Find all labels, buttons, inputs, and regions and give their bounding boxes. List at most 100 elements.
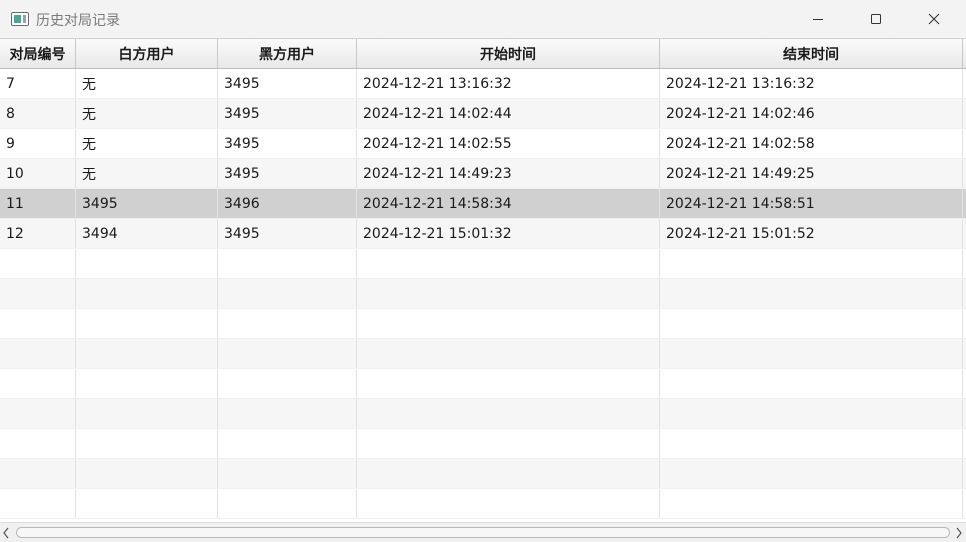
cell-empty — [218, 399, 357, 428]
cell-empty — [0, 429, 76, 458]
minimize-button[interactable] — [789, 0, 847, 38]
cell-empty — [76, 369, 218, 398]
table-row-empty — [0, 429, 966, 459]
cell-empty — [357, 459, 660, 488]
cell-empty — [76, 459, 218, 488]
column-header-end-time[interactable]: 结束时间 — [660, 39, 963, 68]
cell-empty — [0, 369, 76, 398]
table-row-empty — [0, 309, 966, 339]
cell-empty — [76, 399, 218, 428]
cell-end-time: 2024-12-21 14:58:51 — [660, 189, 963, 218]
table-row[interactable]: 12 3494 3495 2024-12-21 15:01:32 2024-12… — [0, 219, 966, 249]
table-row-empty — [0, 249, 966, 279]
cell-empty — [357, 369, 660, 398]
cell-game-id: 7 — [0, 69, 76, 98]
cell-empty — [660, 249, 963, 278]
cell-game-id: 8 — [0, 99, 76, 128]
close-icon — [928, 13, 940, 25]
cell-start-time: 2024-12-21 14:58:34 — [357, 189, 660, 218]
cell-black-user: 3496 — [218, 189, 357, 218]
app-window-icon — [11, 12, 29, 26]
column-header-start-time[interactable]: 开始时间 — [357, 39, 660, 68]
table-row-empty — [0, 459, 966, 489]
history-table[interactable]: 对局编号 白方用户 黑方用户 开始时间 结束时间 7 无 3495 2024-1… — [0, 38, 966, 522]
cell-white-user: 无 — [76, 129, 218, 158]
cell-black-user: 3495 — [218, 99, 357, 128]
cell-empty — [660, 369, 963, 398]
cell-end-time: 2024-12-21 13:16:32 — [660, 69, 963, 98]
cell-empty — [218, 459, 357, 488]
cell-black-user: 3495 — [218, 159, 357, 188]
cell-empty — [218, 309, 357, 338]
cell-white-user: 无 — [76, 99, 218, 128]
cell-empty — [0, 309, 76, 338]
cell-empty — [660, 429, 963, 458]
cell-start-time: 2024-12-21 14:02:44 — [357, 99, 660, 128]
table-row-empty — [0, 339, 966, 369]
table-row[interactable]: 7 无 3495 2024-12-21 13:16:32 2024-12-21 … — [0, 69, 966, 99]
table-row-empty — [0, 369, 966, 399]
cell-end-time: 2024-12-21 14:49:25 — [660, 159, 963, 188]
cell-empty — [218, 249, 357, 278]
cell-empty — [218, 279, 357, 308]
cell-end-time: 2024-12-21 14:02:46 — [660, 99, 963, 128]
maximize-button[interactable] — [847, 0, 905, 38]
table-row[interactable]: 10 无 3495 2024-12-21 14:49:23 2024-12-21… — [0, 159, 966, 189]
cell-game-id: 12 — [0, 219, 76, 248]
cell-start-time: 2024-12-21 14:49:23 — [357, 159, 660, 188]
cell-empty — [357, 249, 660, 278]
cell-empty — [660, 489, 963, 518]
cell-end-time: 2024-12-21 14:02:58 — [660, 129, 963, 158]
cell-game-id: 9 — [0, 129, 76, 158]
cell-empty — [0, 399, 76, 428]
column-header-black-user[interactable]: 黑方用户 — [218, 39, 357, 68]
cell-empty — [0, 339, 76, 368]
title-bar[interactable]: 历史对局记录 — [0, 0, 966, 38]
cell-empty — [76, 279, 218, 308]
cell-empty — [218, 429, 357, 458]
cell-empty — [218, 339, 357, 368]
cell-end-time: 2024-12-21 15:01:52 — [660, 219, 963, 248]
table-empty-rows — [0, 249, 966, 519]
cell-black-user: 3495 — [218, 69, 357, 98]
table-row-selected[interactable]: 11 3495 3496 2024-12-21 14:58:34 2024-12… — [0, 189, 966, 219]
scroll-right-arrow-icon[interactable] — [955, 527, 963, 539]
cell-empty — [660, 459, 963, 488]
cell-empty — [660, 339, 963, 368]
table-row-empty — [0, 279, 966, 309]
column-header-white-user[interactable]: 白方用户 — [76, 39, 218, 68]
table-row-empty — [0, 399, 966, 429]
cell-empty — [357, 399, 660, 428]
column-header-game-id[interactable]: 对局编号 — [0, 39, 76, 68]
scroll-left-arrow-icon[interactable] — [2, 527, 10, 539]
horizontal-scrollbar[interactable] — [0, 522, 966, 542]
table-row-empty — [0, 489, 966, 519]
cell-empty — [357, 309, 660, 338]
cell-start-time: 2024-12-21 13:16:32 — [357, 69, 660, 98]
cell-white-user: 3495 — [76, 189, 218, 218]
cell-empty — [357, 279, 660, 308]
cell-white-user: 3494 — [76, 219, 218, 248]
table-row[interactable]: 9 无 3495 2024-12-21 14:02:55 2024-12-21 … — [0, 129, 966, 159]
cell-game-id: 11 — [0, 189, 76, 218]
cell-empty — [660, 399, 963, 428]
cell-empty — [660, 309, 963, 338]
scrollbar-thumb[interactable] — [16, 527, 950, 538]
cell-empty — [218, 489, 357, 518]
table-row[interactable]: 8 无 3495 2024-12-21 14:02:44 2024-12-21 … — [0, 99, 966, 129]
cell-white-user: 无 — [76, 69, 218, 98]
cell-game-id: 10 — [0, 159, 76, 188]
cell-empty — [76, 429, 218, 458]
cell-empty — [660, 279, 963, 308]
cell-black-user: 3495 — [218, 219, 357, 248]
cell-start-time: 2024-12-21 15:01:32 — [357, 219, 660, 248]
cell-empty — [357, 339, 660, 368]
cell-white-user: 无 — [76, 159, 218, 188]
cell-empty — [0, 279, 76, 308]
cell-empty — [76, 339, 218, 368]
close-button[interactable] — [905, 0, 963, 38]
cell-empty — [357, 489, 660, 518]
window-title: 历史对局记录 — [36, 13, 120, 29]
cell-empty — [218, 369, 357, 398]
cell-empty — [76, 489, 218, 518]
